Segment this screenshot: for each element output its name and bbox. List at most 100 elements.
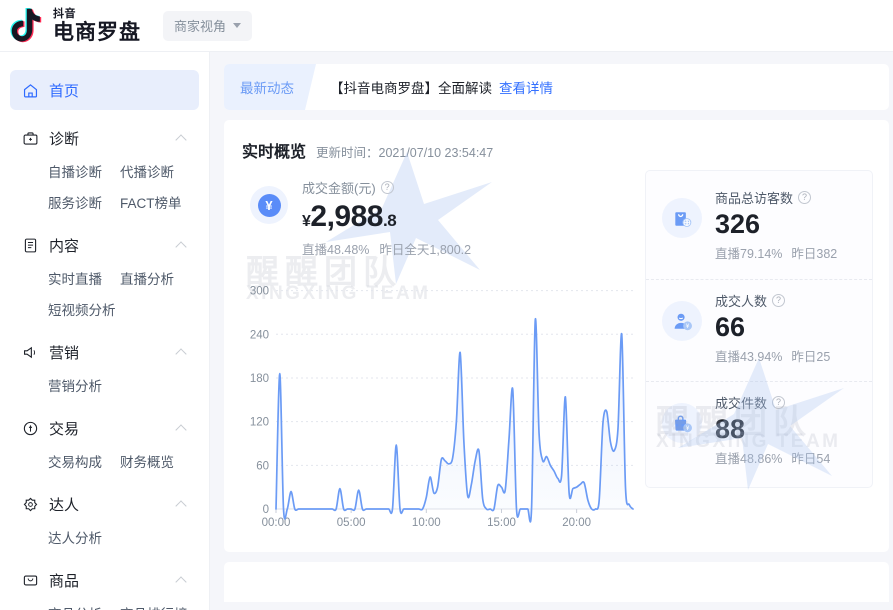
sidebar-subrow: 实时直播 直播分析 bbox=[0, 266, 209, 293]
brand-sub-label: 抖音 bbox=[53, 9, 141, 20]
sidebar-item-live-analysis[interactable]: 直播分析 bbox=[120, 266, 192, 293]
metric-card-body: 成交件数 ? 88 直播48.86%昨日54 bbox=[715, 393, 839, 467]
sidebar-item-marketing-analysis[interactable]: 营销分析 bbox=[48, 373, 102, 400]
metric-label: 成交件数 bbox=[715, 393, 767, 412]
svg-text:¥: ¥ bbox=[685, 324, 689, 330]
yuan-coin-icon: ¥ bbox=[250, 186, 288, 224]
metric-sub-yesterday: 昨日25 bbox=[791, 350, 830, 364]
briefcase-icon bbox=[22, 130, 39, 147]
app-header: 抖音 电商罗盘 商家视角 bbox=[0, 0, 893, 52]
sidebar-item-finance-overview[interactable]: 财务概览 bbox=[120, 449, 192, 476]
sidebar-group-talent-label: 达人 bbox=[49, 494, 166, 515]
main-metric-sub-live: 直播48.48% bbox=[302, 243, 369, 257]
main-metric-value-dec: .8 bbox=[383, 211, 396, 230]
metric-sub-yesterday: 昨日54 bbox=[791, 452, 830, 466]
svg-text:¥: ¥ bbox=[685, 426, 689, 432]
chevron-up-icon[interactable] bbox=[176, 240, 187, 251]
sidebar-group-diagnosis-header[interactable]: 诊断 bbox=[0, 121, 209, 155]
metric-sub-live: 直播43.94% bbox=[715, 350, 782, 364]
notice-text: 【抖音电商罗盘】全面解读 bbox=[330, 77, 492, 97]
metric-label: 成交人数 bbox=[715, 291, 767, 310]
svg-text:10:00: 10:00 bbox=[412, 517, 441, 529]
notice-detail-link[interactable]: 查看详情 bbox=[499, 77, 553, 97]
sidebar-group-product-header[interactable]: 商品 bbox=[0, 563, 209, 597]
home-icon bbox=[22, 82, 39, 99]
sidebar-subrow: 营销分析 bbox=[0, 373, 209, 400]
brand-logo[interactable]: 抖音 电商罗盘 bbox=[10, 7, 141, 45]
sidebar-group-content: 内容 实时直播 直播分析 短视频分析 bbox=[0, 228, 209, 324]
megaphone-icon bbox=[22, 344, 39, 361]
sidebar-group-marketing-header[interactable]: 营销 bbox=[0, 335, 209, 369]
document-icon bbox=[22, 237, 39, 254]
chevron-up-icon[interactable] bbox=[176, 499, 187, 510]
notice-bar: 最新动态 【抖音电商罗盘】全面解读 查看详情 bbox=[224, 64, 889, 110]
secondary-metrics: 商品总访客数 ? 326 直播79.14%昨日382 bbox=[645, 170, 873, 488]
star-badge-icon bbox=[22, 496, 39, 513]
brand-main-label: 电商罗盘 bbox=[53, 22, 141, 43]
metric-sub-live: 直播79.14% bbox=[715, 247, 782, 261]
sidebar-item-product-analysis[interactable]: 商品分析 bbox=[48, 601, 120, 610]
update-time: 更新时间：2021/07/10 23:54:47 bbox=[316, 142, 493, 161]
sidebar-group-talent-header[interactable]: 达人 bbox=[0, 487, 209, 521]
sidebar-group-talent: 达人 达人分析 bbox=[0, 487, 209, 552]
metric-label-row: 成交人数 ? bbox=[715, 291, 839, 310]
question-icon[interactable]: ? bbox=[772, 396, 785, 409]
chevron-up-icon[interactable] bbox=[176, 133, 187, 144]
bag-icon bbox=[22, 572, 39, 589]
coin-icon bbox=[22, 420, 39, 437]
sidebar-item-product-ranking[interactable]: 商品排行榜 bbox=[120, 601, 192, 610]
metric-sub-yesterday: 昨日382 bbox=[791, 247, 837, 261]
sidebar-subrow: 交易构成 财务概览 bbox=[0, 449, 209, 476]
sidebar-item-realtime-live[interactable]: 实时直播 bbox=[48, 266, 120, 293]
sidebar-item-home[interactable]: 首页 bbox=[10, 70, 199, 110]
metric-card-body: 成交人数 ? 66 直播43.94%昨日25 bbox=[715, 291, 839, 365]
sidebar-item-fact-ranking[interactable]: FACT榜单 bbox=[120, 190, 192, 217]
metric-card-body: 商品总访客数 ? 326 直播79.14%昨日382 bbox=[715, 188, 846, 262]
chevron-down-icon bbox=[233, 23, 241, 28]
view-selector[interactable]: 商家视角 bbox=[163, 11, 252, 41]
main-metric-label-row: 成交金额(元) ? bbox=[302, 178, 481, 197]
sidebar-group-content-header[interactable]: 内容 bbox=[0, 228, 209, 262]
chevron-up-icon[interactable] bbox=[176, 423, 187, 434]
metric-sub: 直播79.14% 昨日382 bbox=[715, 243, 846, 262]
main-content: 最新动态 【抖音电商罗盘】全面解读 查看详情 醒醒团队 XINGXING TEA… bbox=[210, 52, 893, 610]
panel-body: ¥ 成交金额(元) ? ¥2,988.8 直播48.48%昨日全天1, bbox=[242, 170, 873, 535]
main-metric-label: 成交金额(元) bbox=[302, 178, 376, 197]
sidebar-item-self-broadcast-diagnosis[interactable]: 自播诊断 bbox=[48, 159, 120, 186]
main-metric-value: ¥2,988.8 bbox=[302, 200, 481, 234]
realtime-chart[interactable]: 06012018024030000:0005:0010:0015:0020:00 bbox=[242, 270, 637, 535]
question-icon[interactable]: ? bbox=[381, 181, 394, 194]
svg-text:05:00: 05:00 bbox=[337, 517, 366, 529]
sidebar-item-short-video-analysis[interactable]: 短视频分析 bbox=[48, 297, 116, 324]
sidebar-item-service-diagnosis[interactable]: 服务诊断 bbox=[48, 190, 120, 217]
page-title: 实时概览 bbox=[242, 138, 306, 162]
sidebar-subrow: 商品分析 商品排行榜 bbox=[0, 601, 209, 610]
main-metric-sub-yesterday: 昨日全天1,800.2 bbox=[379, 243, 471, 257]
sidebar-item-home-label: 首页 bbox=[49, 80, 79, 101]
app-root: 抖音 电商罗盘 商家视角 首页 bbox=[0, 0, 893, 610]
tiktok-note-icon bbox=[10, 7, 46, 45]
svg-text:00:00: 00:00 bbox=[262, 517, 291, 529]
sidebar-item-agent-broadcast-diagnosis[interactable]: 代播诊断 bbox=[120, 159, 192, 186]
chevron-up-icon[interactable] bbox=[176, 575, 187, 586]
question-icon[interactable]: ? bbox=[772, 294, 785, 307]
brand-text: 抖音 电商罗盘 bbox=[53, 9, 141, 43]
metric-sub-live: 直播48.86% bbox=[715, 452, 782, 466]
svg-text:300: 300 bbox=[250, 285, 269, 297]
question-icon[interactable]: ? bbox=[798, 191, 811, 204]
svg-text:15:00: 15:00 bbox=[487, 517, 516, 529]
svg-text:120: 120 bbox=[250, 416, 269, 428]
sidebar-group-diagnosis-label: 诊断 bbox=[49, 128, 166, 149]
metric-sub: 直播48.86% 昨日54 bbox=[715, 448, 839, 467]
metric-card-visitors: 商品总访客数 ? 326 直播79.14%昨日382 bbox=[646, 177, 872, 279]
svg-text:240: 240 bbox=[250, 329, 269, 341]
sidebar-group-marketing: 营销 营销分析 bbox=[0, 335, 209, 400]
main-metric-value-int: 2,988 bbox=[310, 200, 383, 233]
sidebar-group-marketing-label: 营销 bbox=[49, 342, 166, 363]
sidebar-item-talent-analysis[interactable]: 达人分析 bbox=[48, 525, 102, 552]
yuan-symbol: ¥ bbox=[258, 194, 281, 217]
sidebar-group-transaction-header[interactable]: 交易 bbox=[0, 411, 209, 445]
chevron-up-icon[interactable] bbox=[176, 347, 187, 358]
left-column: ¥ 成交金额(元) ? ¥2,988.8 直播48.48%昨日全天1, bbox=[242, 170, 637, 535]
sidebar-item-transaction-composition[interactable]: 交易构成 bbox=[48, 449, 120, 476]
